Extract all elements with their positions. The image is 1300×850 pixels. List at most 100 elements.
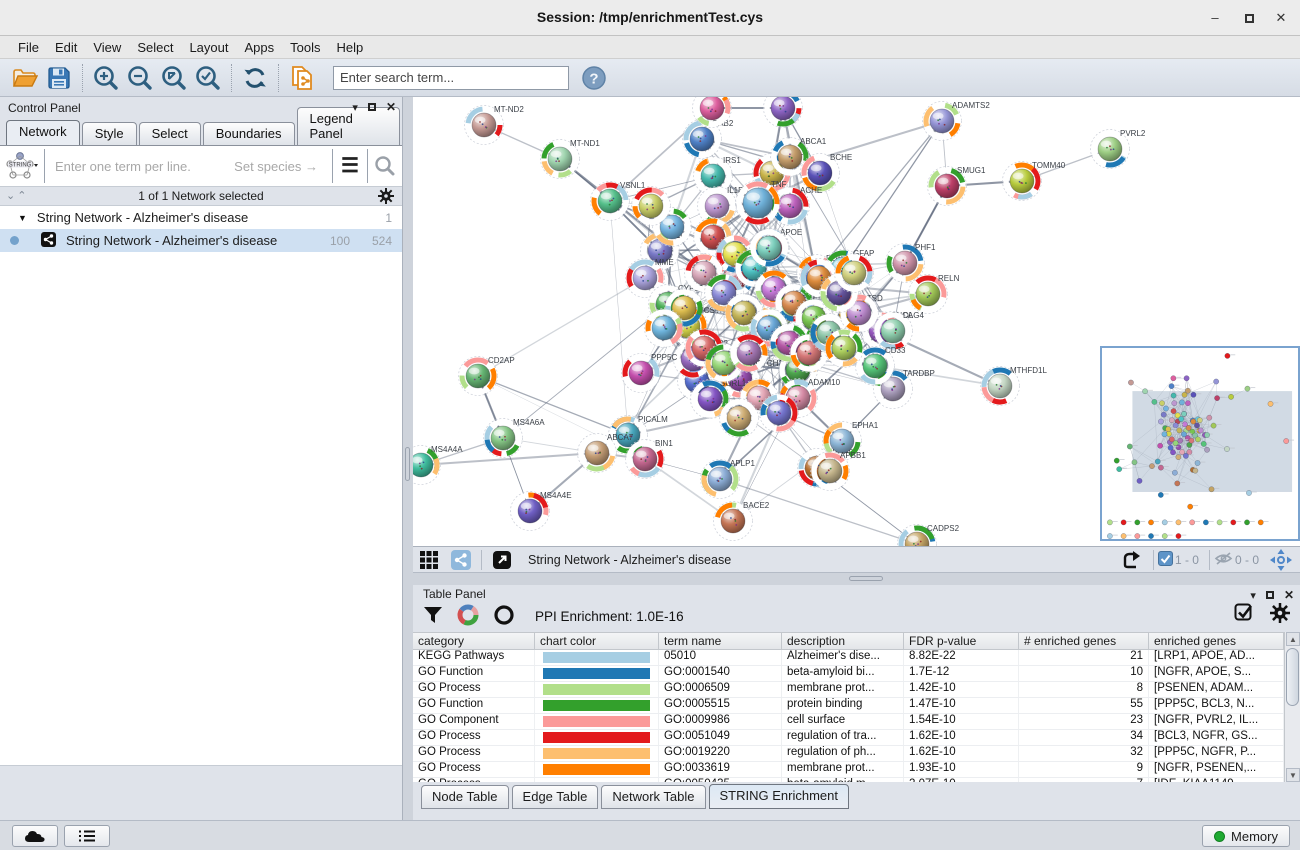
splitter-grip[interactable] [405,447,410,481]
help-icon[interactable]: ? [579,63,609,93]
gear-icon[interactable] [1270,603,1290,626]
network-node[interactable]: APLP1 [701,459,756,499]
expand-triangle-icon[interactable]: ▼ [18,213,27,223]
network-node[interactable]: TOMM40 [1003,161,1066,201]
checkbox-checked-icon[interactable] [1234,603,1254,626]
network-collection-row[interactable]: ▼ String Network - Alzheimer's disease 1 [0,206,402,229]
zoom-selected-icon[interactable] [193,63,223,93]
string-term-input[interactable] [45,159,234,174]
maximize-button[interactable] [1238,8,1260,28]
tab-string-enrichment[interactable]: STRING Enrichment [709,784,849,809]
export-network-icon[interactable] [1120,549,1146,571]
network-node[interactable]: MS4A6A [484,418,546,458]
menu-select[interactable]: Select [129,38,181,57]
splitter-grip[interactable] [849,576,883,581]
menu-help[interactable]: Help [329,38,372,57]
table-row[interactable]: GO ComponentGO:0009986cell surface1.54E-… [413,714,1284,730]
table-row[interactable]: GO ProcessGO:0019220regulation of ph...1… [413,746,1284,762]
menu-view[interactable]: View [85,38,129,57]
tab-node-table[interactable]: Node Table [421,785,509,809]
table-splitter[interactable] [413,573,1300,585]
table-row[interactable]: GO ProcessGO:0033619membrane prot...1.93… [413,762,1284,778]
panel-menu-icon[interactable]: ▾ [352,101,358,114]
copy-network-icon[interactable] [287,63,317,93]
tab-select[interactable]: Select [139,122,201,145]
zoom-fit-icon[interactable] [159,63,189,93]
string-search-icon[interactable] [368,149,402,183]
gear-icon[interactable] [378,188,394,207]
minimap-viewport[interactable] [1132,391,1292,492]
menu-file[interactable]: File [10,38,47,57]
memory-button[interactable]: Memory [1202,825,1290,847]
network-node[interactable]: BIN1 [626,439,674,479]
column-header[interactable]: description [782,633,904,649]
table-row[interactable]: GO ProcessGO:0050435beta-amyloid m...2.0… [413,778,1284,782]
column-header[interactable]: enriched genes [1149,633,1284,649]
column-header[interactable]: # enriched genes [1019,633,1149,649]
network-node[interactable]: MS4A4E [511,491,572,531]
network-node[interactable]: APBB1 [811,451,867,491]
zoom-out-icon[interactable] [125,63,155,93]
network-node[interactable]: ADAMTS2 [923,101,991,141]
menu-tools[interactable]: Tools [282,38,328,57]
network-node[interactable]: CD2AP [459,356,515,396]
minimize-button[interactable]: – [1204,8,1226,28]
network-node[interactable]: RELN [909,274,960,314]
ring-icon[interactable] [493,604,515,629]
refresh-icon[interactable] [240,63,270,93]
column-header[interactable]: FDR p-value [904,633,1019,649]
network-node[interactable] [764,97,803,128]
float-panel-icon[interactable] [368,103,376,111]
filter-funnel-icon[interactable] [423,605,443,628]
open-folder-icon[interactable] [10,63,40,93]
network-node[interactable]: MT-ND1 [541,139,601,179]
network-node[interactable]: DLG4 [874,311,925,351]
table-row[interactable]: GO ProcessGO:0051049regulation of tra...… [413,730,1284,746]
close-panel-icon[interactable]: ✕ [386,100,396,114]
scrollbar-thumb[interactable] [1286,648,1299,706]
tab-boundaries[interactable]: Boundaries [203,122,295,145]
share-network-icon[interactable] [448,549,474,571]
hidden-eye-icon[interactable] [1214,551,1233,569]
birds-eye-view[interactable] [1100,346,1300,541]
tab-style[interactable]: Style [82,122,137,145]
table-row[interactable]: GO ProcessGO:0006509membrane prot...1.42… [413,682,1284,698]
zoom-in-icon[interactable] [91,63,121,93]
scroll-down-icon[interactable]: ▼ [1286,768,1300,782]
network-node[interactable] [835,254,874,293]
chart-donut-icon[interactable] [457,604,479,629]
scroll-up-icon[interactable]: ▲ [1286,632,1300,646]
task-list-icon[interactable] [64,825,110,847]
tab-network[interactable]: Network [6,120,80,145]
panel-splitter[interactable] [403,97,413,820]
cloud-icon[interactable] [12,825,58,847]
search-input[interactable] [333,66,569,90]
network-node[interactable]: MTHFD1L [981,366,1048,406]
network-row[interactable]: String Network - Alzheimer's disease 100… [0,229,402,252]
selected-checkbox-icon[interactable] [1158,551,1173,569]
grid-view-icon[interactable] [416,549,442,571]
network-node[interactable]: SMUG1 [928,166,987,206]
menu-apps[interactable]: Apps [237,38,283,57]
menu-edit[interactable]: Edit [47,38,85,57]
set-species-label[interactable]: Set species → [234,159,332,174]
navigation-cross-icon[interactable] [1268,549,1294,571]
vertical-scrollbar[interactable]: ▲ ▼ [1284,632,1300,782]
network-node[interactable]: PPP5C [622,353,678,393]
column-header[interactable]: category [413,633,535,649]
tab-network-table[interactable]: Network Table [601,785,705,809]
column-header[interactable]: term name [659,633,782,649]
tab-edge-table[interactable]: Edge Table [512,785,599,809]
options-menu-icon[interactable]: ☰ [333,149,367,183]
table-row[interactable]: KEGG Pathways05010Alzheimer's dise...8.8… [413,650,1284,666]
close-panel-icon[interactable]: ✕ [1284,588,1294,602]
network-node[interactable]: PVRL2 [1091,129,1146,169]
network-node[interactable]: MS4A4A [413,445,463,485]
menu-layout[interactable]: Layout [181,38,236,57]
column-header[interactable]: chart color [535,633,659,649]
network-node[interactable]: BACE2 [714,501,770,541]
float-panel-icon[interactable] [1266,591,1274,599]
close-button[interactable]: ✕ [1270,8,1292,28]
network-canvas[interactable]: MT-ND2MT-ND1VSNL1GAB2IRS1CHATABCA1BCHEAC… [413,97,1300,547]
save-icon[interactable] [44,63,74,93]
